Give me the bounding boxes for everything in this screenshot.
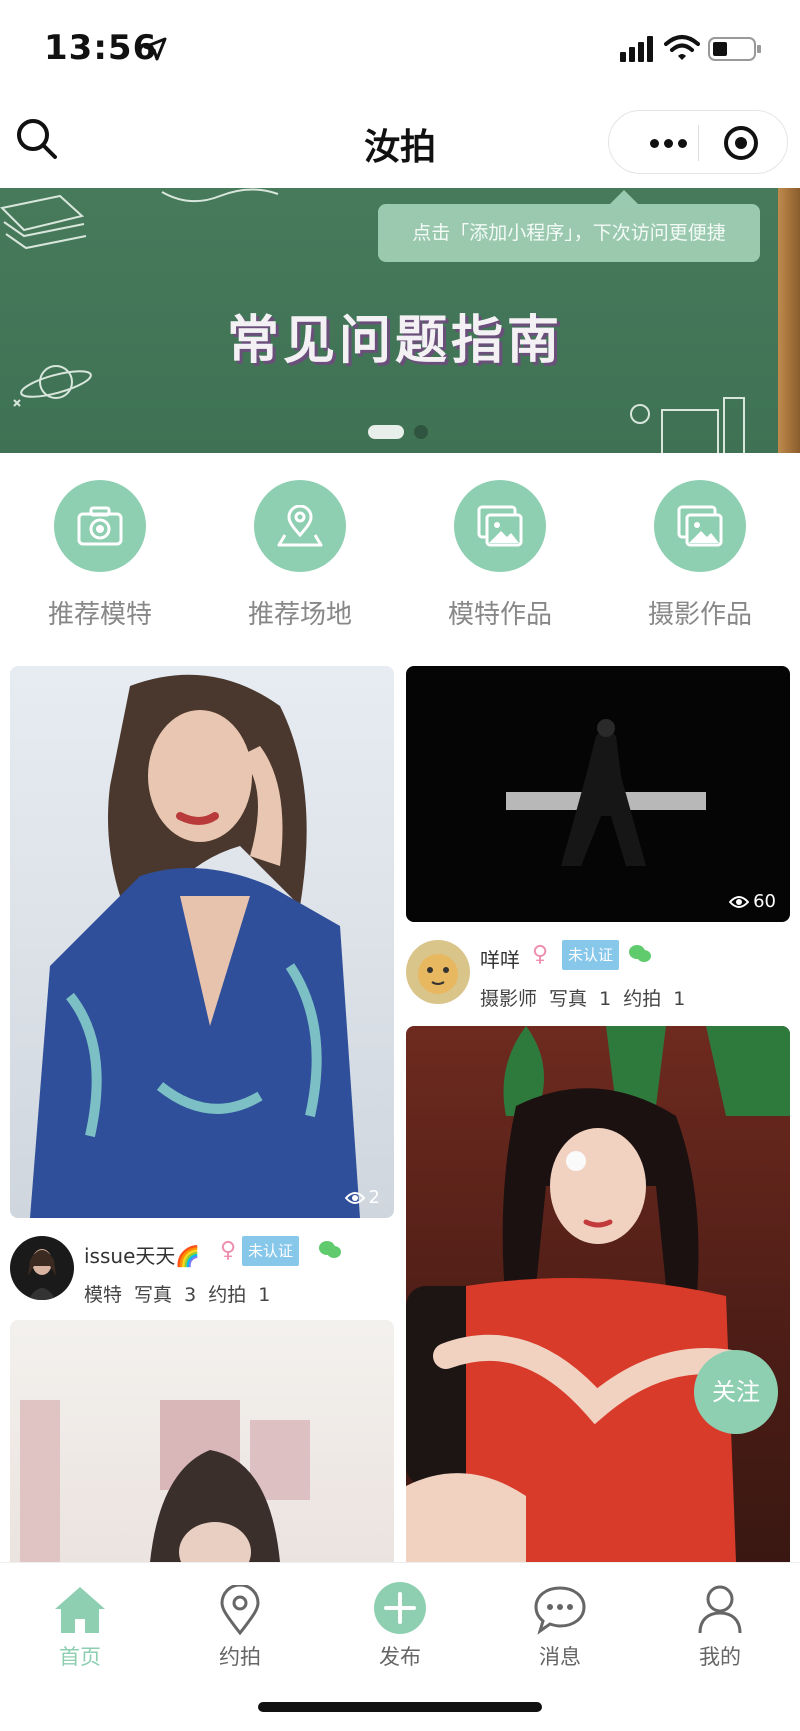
tab-home[interactable]: 首页	[0, 1573, 160, 1671]
author-stats: 摄影师 写真 1 约拍 1	[480, 988, 686, 1010]
category-label: 模特作品	[447, 600, 552, 630]
add-mini-program-tip[interactable]: 点击「添加小程序」，下次访问更便捷	[378, 190, 760, 262]
banner-headline: 常见问题指南	[226, 311, 563, 371]
tab-profile[interactable]: 我的	[640, 1573, 800, 1671]
author-name: 咩咩	[480, 948, 520, 972]
author-stats: 模特 写真 3 约拍 1	[84, 1284, 271, 1306]
wifi-icon	[664, 35, 700, 60]
battery-icon	[708, 37, 761, 61]
author-row-right-1[interactable]: 咩咩 ♀ 未认证 摄影师 写真 1 约拍 1	[406, 940, 790, 1010]
capsule-divider	[698, 125, 699, 161]
gender-female-icon: ♀	[220, 1238, 237, 1263]
tab-label: 我的	[699, 1645, 741, 1669]
category-model-works[interactable]: 模特作品	[400, 480, 600, 631]
chat-icon	[534, 1586, 586, 1635]
avatar[interactable]	[10, 1236, 74, 1300]
gender-female-icon: ♀	[532, 942, 549, 967]
author-name: issue天天🌈	[84, 1244, 201, 1268]
location-arrow-icon	[143, 37, 167, 61]
avatar[interactable]	[406, 940, 470, 1004]
category-label: 摄影作品	[647, 600, 752, 630]
category-recommend-models[interactable]: 推荐模特	[0, 480, 200, 631]
carousel-dot-active	[368, 425, 404, 439]
books-doodle-icon	[0, 194, 87, 250]
category-label: 推荐场地	[247, 600, 352, 630]
view-count-value: 60	[753, 891, 776, 912]
feed-photo-right-1[interactable]: 60	[406, 666, 790, 922]
signal-icon	[620, 36, 653, 62]
carousel-dot	[414, 425, 428, 439]
tab-label: 约拍	[219, 1645, 261, 1669]
category-row: 推荐模特 推荐场地 模特作品 摄影作品	[0, 480, 800, 640]
author-row-left-1[interactable]: issue天天🌈 ♀ 未认证 模特 写真 3 约拍 1	[10, 1236, 394, 1306]
view-count: 60	[729, 891, 776, 912]
category-recommend-venues[interactable]: 推荐场地	[200, 480, 400, 631]
close-target-icon[interactable]	[723, 125, 759, 161]
map-pin-icon	[277, 505, 323, 547]
scribble-doodle-icon	[161, 188, 279, 203]
view-count: 2	[344, 1187, 380, 1208]
image-icon	[477, 505, 523, 547]
camera-icon	[77, 506, 123, 546]
wechat-icon	[629, 945, 651, 962]
category-photography-works[interactable]: 摄影作品	[600, 480, 800, 631]
more-icon[interactable]	[633, 111, 703, 175]
unverified-badge: 未认证	[242, 1236, 300, 1266]
photo-girl-red-dress	[406, 1026, 790, 1562]
plus-circle-icon	[374, 1582, 426, 1634]
follow-button[interactable]: 关注	[694, 1350, 778, 1434]
tab-label: 首页	[59, 1645, 101, 1669]
feed-photo-right-2[interactable]	[406, 1026, 790, 1562]
home-icon	[55, 1587, 105, 1633]
location-icon	[220, 1585, 260, 1635]
status-bar: 13:56	[0, 0, 800, 100]
image-icon	[677, 505, 723, 547]
eye-icon	[729, 895, 750, 908]
feed-photo-left-2[interactable]	[10, 1320, 394, 1562]
nav-bar: 汝拍	[0, 100, 800, 188]
carousel-indicator	[368, 425, 428, 439]
tab-publish[interactable]: 发布	[320, 1573, 480, 1671]
city-doodle-icon	[630, 397, 745, 453]
tab-appointment[interactable]: 约拍	[160, 1573, 320, 1671]
blackboard-frame	[778, 188, 800, 453]
photo-dancer-silhouette	[506, 719, 706, 866]
user-icon	[698, 1585, 742, 1634]
status-time: 13:56	[44, 28, 158, 68]
tab-messages[interactable]: 消息	[480, 1573, 640, 1671]
unverified-badge: 未认证	[562, 940, 620, 970]
mini-program-capsule	[608, 110, 788, 174]
tab-label: 发布	[379, 1645, 421, 1669]
feed-photo-left-1[interactable]: 2	[10, 666, 394, 1218]
tab-label: 消息	[539, 1645, 581, 1669]
eye-icon	[344, 1191, 365, 1204]
wechat-icon	[319, 1241, 341, 1258]
category-label: 推荐模特	[47, 600, 152, 630]
view-count-value: 2	[368, 1187, 380, 1208]
photo-woman-outdoors	[20, 1400, 310, 1562]
home-indicator	[258, 1702, 542, 1712]
photo-portrait-woman	[30, 674, 360, 1218]
